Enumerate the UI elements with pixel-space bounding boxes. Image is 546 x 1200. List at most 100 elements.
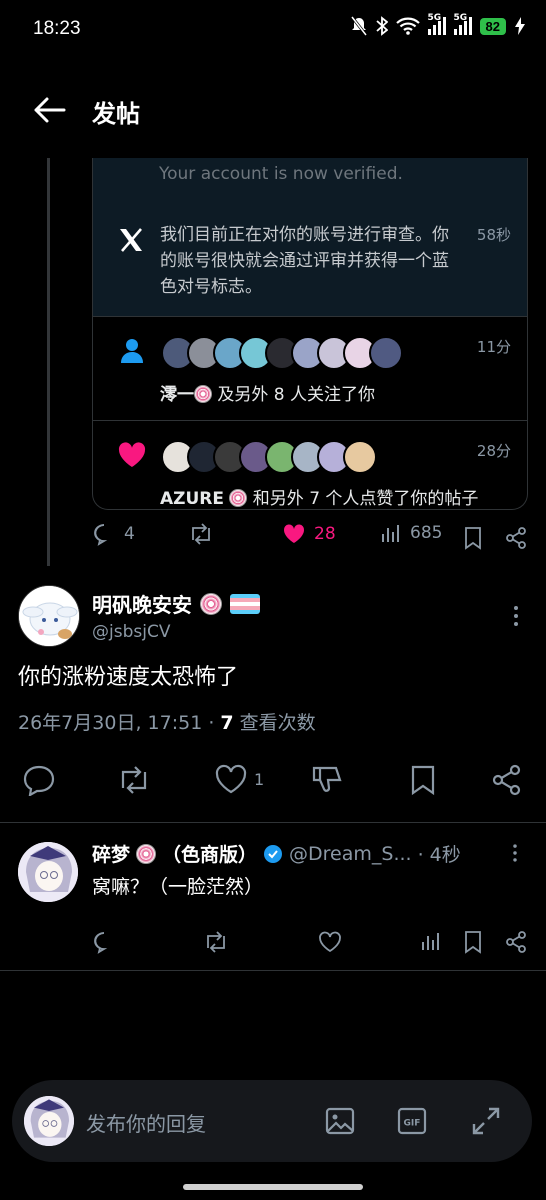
avatar [343, 440, 377, 474]
tweet-meta: 26年7月30日, 17:51 · 7 查看次数 [18, 708, 316, 735]
reply-icon[interactable] [92, 930, 116, 954]
verified-badge-icon [264, 844, 283, 863]
share-icon[interactable] [504, 930, 528, 954]
reply-button[interactable]: 4 [92, 522, 135, 546]
embedded-image-card[interactable]: Your account is now verified. 我们目前正在对你的账… [92, 158, 528, 510]
liker-name: AZURE [160, 489, 224, 509]
page-title: 发帖 [92, 100, 140, 128]
home-indicator[interactable] [183, 1184, 363, 1190]
cinnamoroll-avatar-art [19, 586, 79, 646]
author-name-row[interactable]: 明矾晚安安 [92, 589, 260, 618]
anime-avatar-art [18, 842, 78, 902]
follower-avatars [161, 336, 403, 370]
avatar [369, 336, 403, 370]
lollipop-icon [200, 592, 222, 615]
reply-author-name-suffix: （色商版） [162, 844, 258, 866]
like-count: 28 [314, 524, 336, 544]
views-count: 685 [410, 523, 443, 543]
repost-icon [192, 523, 210, 545]
reply-count: 4 [124, 524, 135, 544]
battery-indicator: 82 [479, 17, 506, 35]
notification-time: 58秒 [476, 226, 511, 244]
views-button[interactable]: 685 [380, 522, 442, 544]
tweet-text: 你的涨粉速度太恐怖了 [18, 665, 239, 690]
heart-outline-icon [215, 764, 247, 794]
my-avatar [24, 1096, 74, 1146]
bookmark-icon[interactable] [462, 526, 484, 550]
reply-author-name: 碎梦 [92, 844, 131, 866]
repost-icon[interactable] [203, 930, 229, 954]
bookmark-icon[interactable] [408, 764, 438, 796]
gif-icon[interactable]: GIF [396, 1105, 428, 1137]
signal-icon: 5G [427, 13, 446, 35]
views-label: 查看次数 [233, 712, 316, 734]
person-icon [121, 339, 143, 363]
reply-header[interactable]: 碎梦 （色商版） @Dream_S... · 4秒 [92, 840, 461, 867]
wifi-icon [395, 17, 420, 35]
reply-composer[interactable]: 发布你的回复 GIF [12, 1080, 532, 1162]
signal-icon-2: 5G [453, 13, 472, 35]
like-count: 1 [254, 769, 265, 789]
views-icon [382, 525, 399, 542]
divider [0, 822, 546, 823]
tweet-date: 26年7月30日, 17:51 · [18, 712, 221, 734]
heart-outline-icon[interactable] [318, 930, 342, 954]
lollipop-icon [194, 385, 212, 403]
reply-icon[interactable] [22, 764, 56, 796]
repost-button[interactable] [188, 522, 214, 546]
like-time: 28分 [476, 442, 511, 460]
more-options-icon[interactable] [506, 840, 524, 866]
divider [0, 970, 546, 971]
like-button[interactable]: 28 [282, 522, 336, 546]
repost-icon[interactable] [116, 764, 152, 796]
views-icon[interactable] [420, 930, 442, 952]
card-divider [93, 420, 527, 421]
x-logo-icon [120, 228, 142, 252]
charging-icon [515, 17, 525, 35]
back-arrow-icon[interactable] [30, 92, 70, 128]
anime-avatar-art [24, 1096, 74, 1146]
follow-text: 澪一 及另外 8 人关注了你 [160, 380, 375, 405]
share-icon[interactable] [490, 764, 524, 796]
more-options-icon[interactable] [506, 601, 526, 631]
status-icons: 5G 5G 82 [350, 13, 526, 36]
card-divider [93, 316, 527, 317]
bookmark-icon[interactable] [462, 930, 484, 954]
lollipop-icon [136, 843, 157, 864]
svg-text:GIF: GIF [404, 1119, 421, 1129]
review-notification-text: 我们目前正在对你的账号进行审查。你的账号很快就会通过评审并获得一个蓝色对号标志。 [160, 225, 449, 297]
status-time: 18:23 [33, 18, 81, 39]
reply-icon [94, 524, 108, 546]
dislike-icon[interactable] [310, 764, 344, 796]
image-icon[interactable] [324, 1105, 356, 1137]
views-count: 7 [220, 712, 234, 734]
trans-flag-icon [230, 593, 260, 614]
heart-icon [118, 442, 146, 467]
reply-author-avatar[interactable] [18, 842, 78, 902]
share-icon[interactable] [504, 526, 528, 550]
follow-time: 11分 [476, 338, 511, 356]
status-bar: 18:23 5G 5G 82 [0, 0, 546, 60]
mute-bell-icon [350, 16, 367, 36]
like-button[interactable]: 1 [214, 763, 264, 795]
thread-line [47, 158, 50, 566]
liker-avatars [161, 440, 377, 474]
network-label: 5G [427, 13, 442, 23]
author-avatar[interactable] [18, 585, 80, 647]
like-rest: 和另外 7 个人点赞了你的帖子 [247, 489, 479, 509]
like-text: AZURE 和另外 7 个人点赞了你的帖子 [160, 484, 478, 509]
reply-author-handle: @Dream_S... [289, 842, 412, 865]
author-handle[interactable]: @jsbsjCV [92, 622, 170, 642]
reply-input-placeholder[interactable]: 发布你的回复 [86, 1108, 206, 1137]
verified-message: Your account is now verified. [159, 164, 403, 184]
heart-filled-icon [283, 524, 305, 543]
notification-highlight: Your account is now verified. 我们目前正在对你的账… [93, 158, 527, 316]
network-label-2: 5G [453, 13, 468, 23]
reply-time: · 4秒 [417, 844, 461, 866]
author-name: 明矾晚安安 [92, 593, 192, 617]
follow-rest: 及另外 8 人关注了你 [212, 385, 376, 405]
reply-text: 窝嘛？（一脸茫然） [92, 876, 264, 898]
follower-name: 澪一 [160, 385, 194, 405]
lollipop-icon [229, 489, 248, 507]
expand-icon[interactable] [470, 1105, 502, 1137]
